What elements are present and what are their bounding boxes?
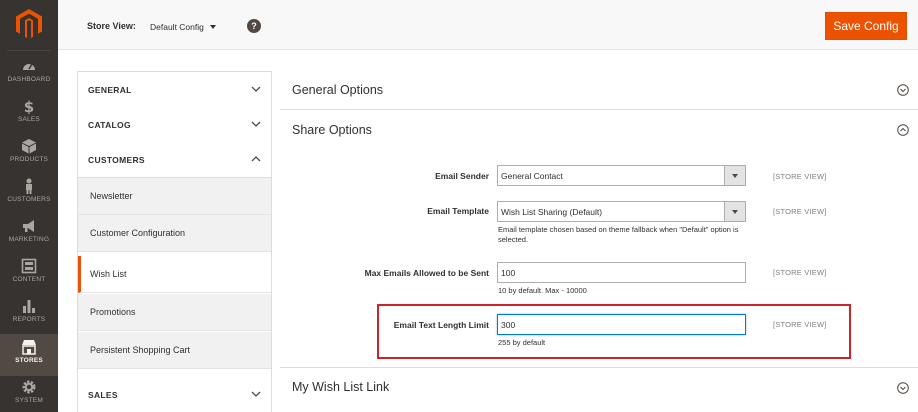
expand-icon[interactable]: [897, 382, 909, 394]
chevron-up-icon: [251, 156, 261, 162]
nav-label: CUSTOMERS: [7, 196, 51, 203]
page-header: Store View: Default Config ? Save Config: [58, 0, 918, 50]
scope-label: [STORE VIEW]: [773, 207, 827, 216]
tab-item-wish-list[interactable]: Wish List: [78, 256, 271, 293]
nav-marketing[interactable]: MARKETING: [0, 215, 58, 255]
store-icon: [22, 340, 36, 355]
max-emails-label: Max Emails Allowed to be Sent: [364, 268, 489, 278]
section-share-options[interactable]: Share Options: [292, 123, 372, 137]
config-tabs: GENERAL CATALOG CUSTOMERS Newsletter Cus…: [77, 71, 272, 412]
email-template-note: Email template chosen based on theme fal…: [498, 225, 739, 244]
chevron-down-icon: [251, 121, 261, 127]
tab-customers[interactable]: CUSTOMERS: [78, 142, 271, 178]
nav-label: REPORTS: [12, 316, 46, 323]
tab-label: CATALOG: [88, 120, 131, 130]
tab-item-promotions[interactable]: Promotions: [78, 294, 271, 331]
box-icon: [22, 139, 36, 154]
chevron-down-icon: [251, 86, 261, 92]
tab-label: CUSTOMERS: [88, 155, 145, 165]
select-arrow-icon[interactable]: [724, 202, 745, 221]
tab-item-label: Customer Configuration: [90, 228, 186, 238]
nav-label: DASHBOARD: [7, 76, 51, 83]
person-icon: [26, 178, 32, 194]
divider: [280, 109, 918, 110]
nav-stores[interactable]: STORES: [0, 334, 58, 376]
tab-item-newsletter[interactable]: Newsletter: [78, 178, 271, 215]
nav-label: SALES: [18, 116, 40, 123]
dashboard-icon: [23, 63, 35, 70]
nav-sales[interactable]: $ SALES: [0, 95, 58, 135]
email-template-value: Wish List Sharing (Default): [501, 207, 603, 217]
tab-label: GENERAL: [88, 85, 132, 95]
highlight-box: [377, 304, 851, 359]
expand-icon[interactable]: [897, 84, 909, 96]
svg-text:$: $: [24, 98, 34, 114]
store-view-switcher[interactable]: Default Config: [150, 22, 204, 32]
tab-item-label: Newsletter: [90, 191, 133, 201]
scope-label: [STORE VIEW]: [773, 172, 827, 181]
gear-icon: [22, 380, 36, 394]
nav-label: MARKETING: [8, 236, 50, 243]
help-icon[interactable]: ?: [247, 19, 261, 33]
max-emails-note: 10 by default. Max - 10000: [498, 286, 587, 295]
collapse-icon[interactable]: [897, 124, 909, 136]
email-sender-label: Email Sender: [435, 171, 489, 181]
tab-item-label: Promotions: [90, 307, 136, 317]
tab-item-label: Wish List: [90, 269, 127, 279]
max-emails-value: 100: [501, 268, 516, 278]
store-view-label: Store View:: [87, 21, 136, 31]
email-sender-select[interactable]: General Contact: [497, 165, 746, 186]
section-general-options[interactable]: General Options: [292, 83, 383, 97]
tab-label: SALES: [88, 390, 118, 400]
divider: [280, 367, 918, 368]
magento-logo[interactable]: [16, 9, 42, 39]
nav-products[interactable]: PRODUCTS: [0, 135, 58, 175]
chevron-down-icon: [251, 391, 261, 397]
nav-label: STORES: [15, 357, 43, 364]
max-emails-input[interactable]: 100: [497, 262, 746, 283]
tab-item-persistent-shopping-cart[interactable]: Persistent Shopping Cart: [78, 332, 271, 369]
caret-down-icon[interactable]: [210, 25, 216, 29]
content-icon: [21, 258, 37, 274]
nav-reports[interactable]: REPORTS: [0, 295, 58, 335]
tab-general[interactable]: GENERAL: [78, 72, 271, 108]
dollar-icon: $: [24, 98, 34, 114]
email-sender-value: General Contact: [501, 171, 563, 181]
nav-system[interactable]: SYSTEM: [0, 376, 58, 412]
select-arrow-icon[interactable]: [724, 166, 745, 185]
section-my-wish-list-link[interactable]: My Wish List Link: [292, 380, 389, 394]
email-template-label: Email Template: [427, 206, 489, 216]
tab-catalog[interactable]: CATALOG: [78, 107, 271, 143]
tab-item-label: Persistent Shopping Cart: [90, 345, 191, 355]
email-template-select[interactable]: Wish List Sharing (Default): [497, 201, 746, 222]
nav-label: PRODUCTS: [9, 156, 49, 163]
scope-label: [STORE VIEW]: [773, 268, 827, 277]
megaphone-icon: [23, 220, 34, 232]
nav-customers[interactable]: CUSTOMERS: [0, 175, 58, 215]
tab-sales[interactable]: SALES: [78, 377, 271, 412]
admin-menu: DASHBOARD $ SALES PRODUCTS CUSTOMERS MAR…: [0, 0, 58, 412]
tab-item-customer-configuration[interactable]: Customer Configuration: [78, 215, 271, 252]
nav-label: CONTENT: [12, 276, 46, 283]
nav-dashboard[interactable]: DASHBOARD: [0, 55, 58, 95]
nav-label: SYSTEM: [15, 397, 43, 404]
save-config-button[interactable]: Save Config: [825, 12, 907, 40]
nav-content[interactable]: CONTENT: [0, 255, 58, 295]
bar-chart-icon: [23, 300, 35, 313]
